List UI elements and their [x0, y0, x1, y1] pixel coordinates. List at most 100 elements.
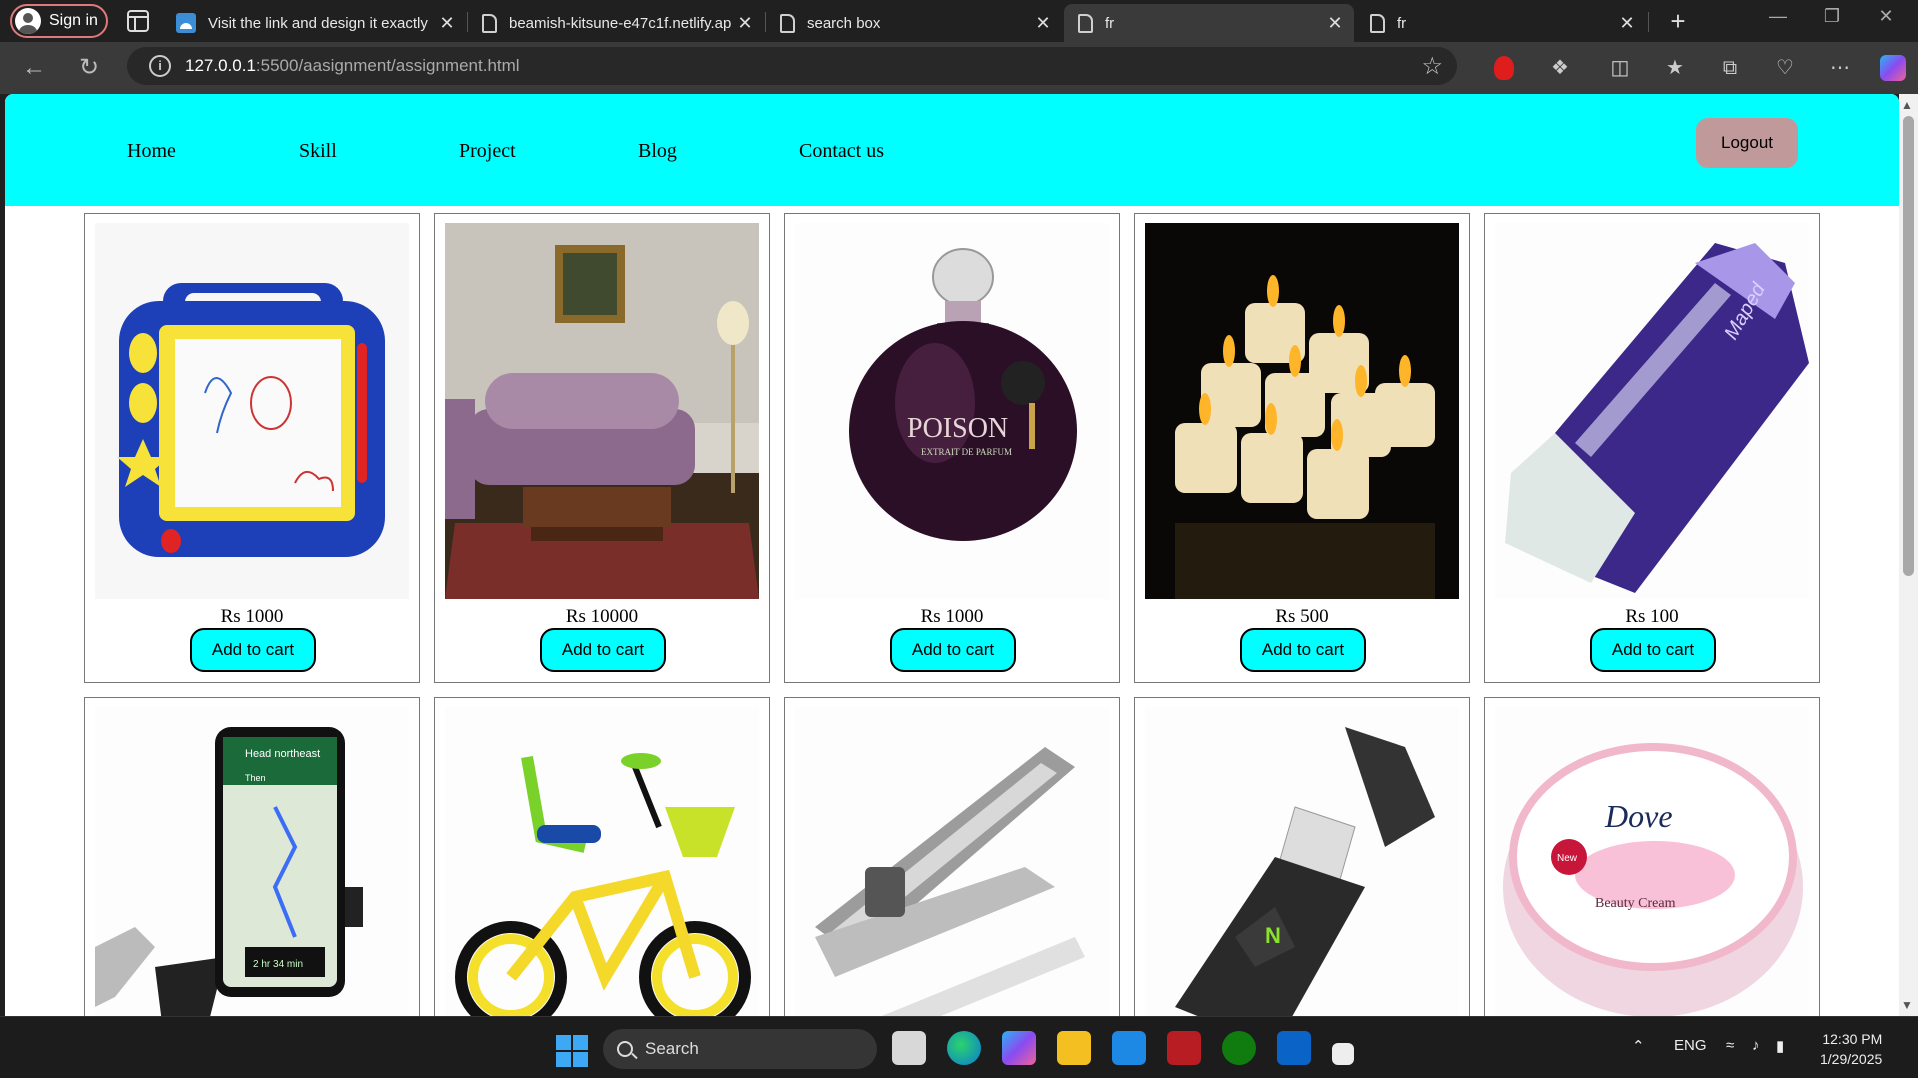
map-next-text: Then	[245, 773, 266, 783]
add-to-cart-button[interactable]: Add to cart	[190, 628, 316, 672]
product-image	[445, 707, 759, 1016]
profile-sign-in-button[interactable]: Sign in	[10, 4, 108, 38]
product-image	[1145, 223, 1459, 599]
wifi-icon[interactable]: ≈	[1726, 1037, 1734, 1054]
language-indicator[interactable]: ENG	[1674, 1037, 1707, 1054]
page-icon	[482, 13, 497, 33]
eraser-image: Maped	[1495, 223, 1809, 599]
url-host: 127.0.0.1	[185, 56, 256, 75]
address-bar[interactable]: i 127.0.0.1 :5500/aasignment/assignment.…	[127, 47, 1457, 85]
tab-close-icon[interactable]: ✕	[732, 13, 758, 34]
site-info-icon[interactable]: i	[149, 55, 171, 77]
browser-tab-1[interactable]: Visit the link and design it exactly ✕	[162, 4, 466, 42]
task-view-icon[interactable]	[892, 1031, 926, 1065]
favorites-icon[interactable]: ★	[1661, 54, 1689, 82]
edge-browser-icon[interactable]	[947, 1031, 981, 1065]
favorite-star-icon[interactable]: ☆	[1421, 52, 1443, 81]
show-hidden-icons-icon[interactable]: ⌃	[1632, 1037, 1645, 1055]
collections-icon[interactable]: ⧉	[1716, 54, 1744, 82]
tab-favicon-icon	[176, 13, 196, 33]
tab-title: fr	[1397, 14, 1407, 32]
netflix-app-icon[interactable]	[1167, 1031, 1201, 1065]
browser-tab-2[interactable]: beamish-kitsune-e47c1f.netlify.app ✕	[468, 4, 764, 42]
copilot-icon[interactable]	[1880, 55, 1906, 81]
start-button-icon[interactable]	[556, 1035, 588, 1067]
taskbar-clock[interactable]: 12:30 PM 1/29/2025	[1820, 1029, 1882, 1069]
map-eta-text: 2 hr 34 min	[253, 959, 303, 970]
scroll-up-icon[interactable]: ▲	[1901, 98, 1913, 112]
nav-project-link[interactable]: Project	[459, 140, 516, 163]
search-icon	[617, 1041, 633, 1057]
logout-button[interactable]: Logout	[1696, 118, 1798, 168]
extensions-icon[interactable]: ❖	[1546, 54, 1574, 82]
tab-close-icon[interactable]: ✕	[1030, 13, 1056, 34]
product-card: N	[1134, 697, 1470, 1016]
nav-skill-link[interactable]: Skill	[299, 140, 337, 163]
close-window-icon[interactable]: ✕	[1866, 6, 1906, 27]
tab-title: fr	[1105, 14, 1115, 32]
restore-icon[interactable]: ❐	[1812, 6, 1852, 27]
minimize-icon[interactable]: —	[1758, 6, 1798, 27]
sofa-image	[445, 223, 759, 599]
profile-avatar-icon	[15, 8, 41, 34]
taskbar-search-label: Search	[645, 1039, 699, 1058]
volume-icon[interactable]: ♪	[1752, 1037, 1760, 1054]
site-navbar: Home Skill Project Blog Contact us Logou…	[5, 94, 1899, 206]
tab-actions-icon[interactable]	[127, 10, 149, 32]
add-to-cart-button[interactable]: Add to cart	[540, 628, 666, 672]
tab-close-icon[interactable]: ✕	[434, 13, 460, 34]
tab-title: Visit the link and design it exactly	[208, 14, 428, 32]
new-tab-button[interactable]: +	[1663, 4, 1693, 38]
product-card: POISON EXTRAIT DE PARFUM Rs 1000 Add to …	[784, 213, 1120, 683]
browser-tab-5[interactable]: fr ✕	[1356, 4, 1646, 42]
product-image: Dove Beauty Cream New	[1495, 707, 1809, 1016]
scroll-down-icon[interactable]: ▼	[1901, 998, 1913, 1012]
tab-title: search box	[807, 14, 881, 32]
add-to-cart-button[interactable]: Add to cart	[1240, 628, 1366, 672]
product-card	[784, 697, 1120, 1016]
product-image	[95, 223, 409, 599]
file-explorer-icon[interactable]	[1057, 1031, 1091, 1065]
copilot-app-icon[interactable]	[1002, 1031, 1036, 1065]
product-price: Rs 500	[1275, 606, 1329, 627]
bicycle-image	[445, 707, 759, 1016]
browser-essentials-icon[interactable]: ♡	[1771, 54, 1799, 82]
tab-close-icon[interactable]: ✕	[1322, 13, 1348, 34]
product-price: Rs 100	[1625, 606, 1679, 627]
product-card	[434, 697, 770, 1016]
back-icon[interactable]: ←	[18, 52, 50, 84]
nav-blog-link[interactable]: Blog	[638, 140, 677, 163]
drawing-board-image	[117, 283, 385, 557]
more-options-icon[interactable]: ⋯	[1826, 54, 1854, 82]
product-price: Rs 1000	[220, 606, 284, 627]
phone-holder-image: Head northeast Then 2 hr 34 min	[95, 707, 409, 1016]
product-image: Maped	[1495, 223, 1809, 599]
battery-icon[interactable]: ▮	[1776, 1037, 1784, 1055]
tab-title: beamish-kitsune-e47c1f.netlify.app	[509, 14, 732, 32]
clock-date: 1/29/2025	[1820, 1051, 1883, 1067]
perfume-image: POISON EXTRAIT DE PARFUM	[795, 223, 1109, 599]
xbox-icon[interactable]	[1222, 1031, 1256, 1065]
page-icon	[1078, 13, 1093, 33]
usb-brand-text: N	[1265, 923, 1281, 948]
add-to-cart-button[interactable]: Add to cart	[1590, 628, 1716, 672]
browser-tab-4[interactable]: fr ✕	[1064, 4, 1354, 42]
adblock-extension-icon[interactable]	[1494, 56, 1514, 80]
perfume-brand-text: POISON	[907, 413, 1008, 444]
tab-close-icon[interactable]: ✕	[1614, 13, 1640, 34]
microsoft-store-icon[interactable]	[1112, 1031, 1146, 1065]
product-card: Dove Beauty Cream New	[1484, 697, 1820, 1016]
add-to-cart-button[interactable]: Add to cart	[890, 628, 1016, 672]
scrollbar-thumb[interactable]	[1903, 116, 1914, 576]
page-icon	[1370, 13, 1385, 33]
product-image	[795, 707, 1109, 1016]
taskbar-search-box[interactable]: Search	[603, 1029, 877, 1069]
nav-home-link[interactable]: Home	[127, 140, 176, 163]
split-screen-icon[interactable]: ◫	[1606, 54, 1634, 82]
beauty-cream-image: Dove Beauty Cream New	[1495, 707, 1809, 1016]
reload-icon[interactable]: ↻	[73, 52, 105, 84]
browser-tab-3[interactable]: search box ✕	[766, 4, 1062, 42]
snipping-tool-icon[interactable]	[1332, 1043, 1354, 1065]
nav-contact-link[interactable]: Contact us	[799, 140, 884, 163]
vscode-icon[interactable]	[1277, 1031, 1311, 1065]
